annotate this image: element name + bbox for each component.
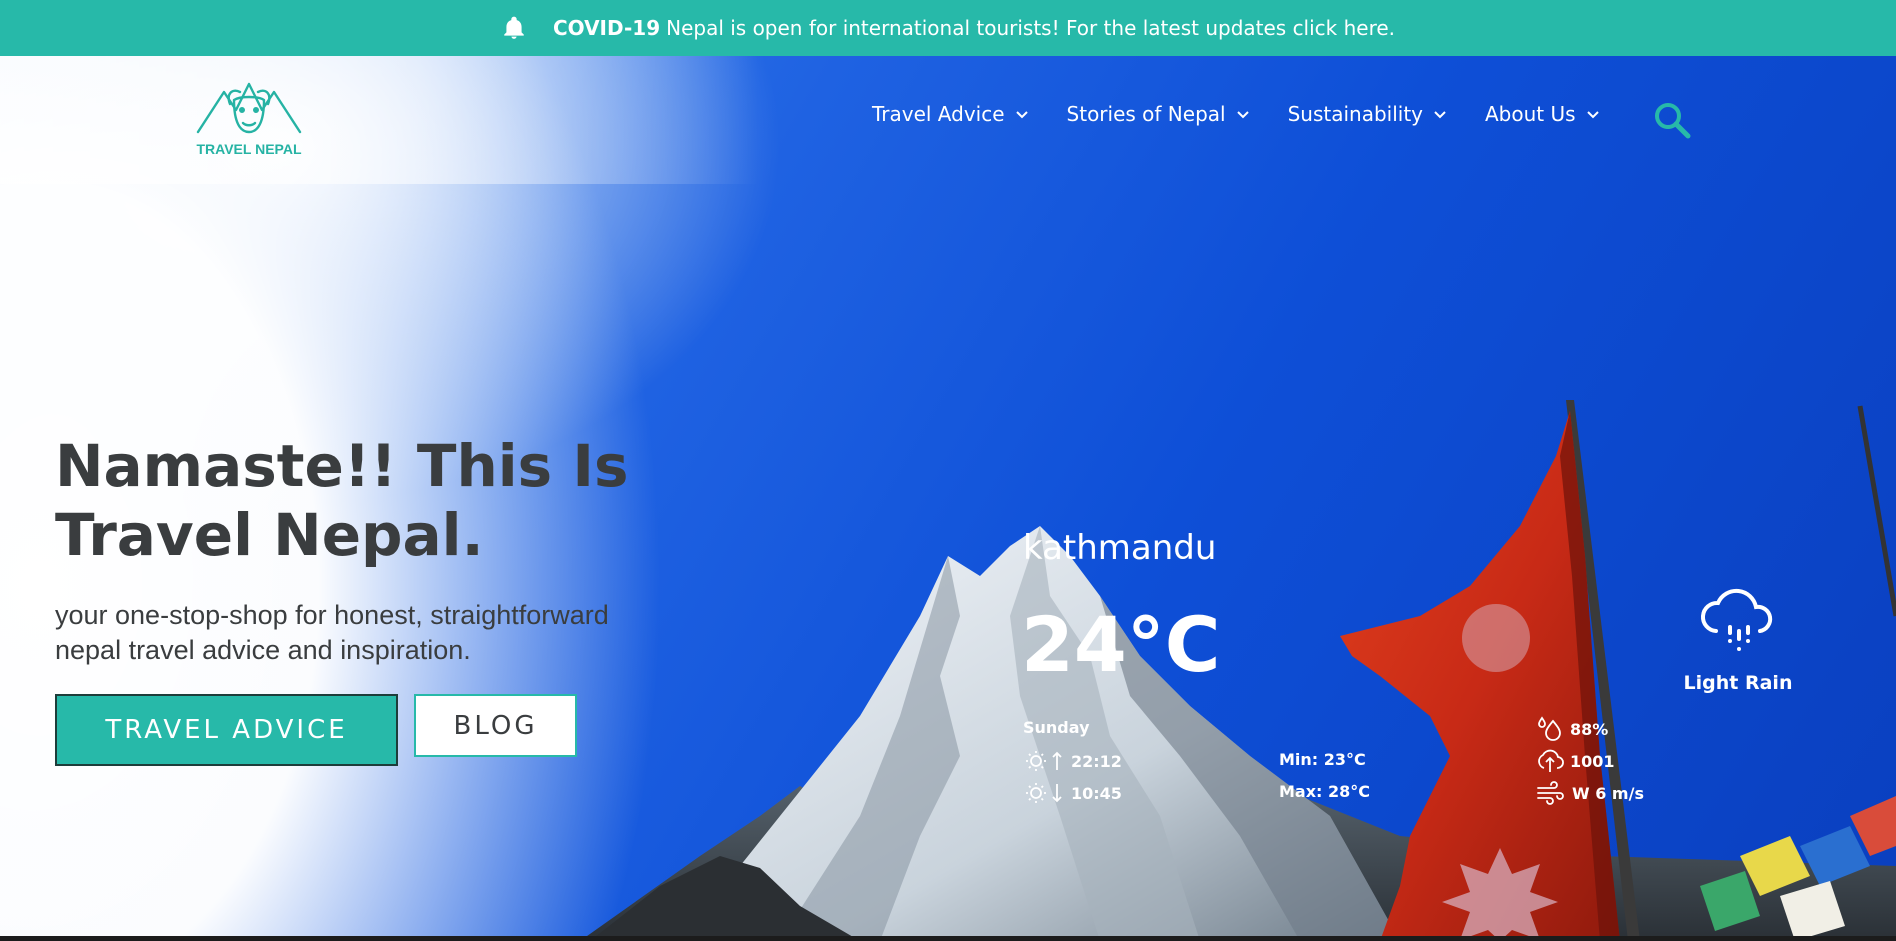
bottom-divider (0, 936, 1896, 941)
site-header: TRAVEL NEPAL Travel Advice Stories of Ne… (0, 56, 1896, 184)
nav-item-travel-advice[interactable]: Travel Advice (872, 102, 1029, 126)
logo-text: TRAVEL NEPAL (196, 141, 302, 157)
hero-subtitle-line-1: your one-stop-shop for honest, straightf… (55, 600, 609, 630)
bell-icon (501, 15, 527, 41)
yak-logo-icon (196, 82, 302, 134)
hero-subtitle-line-2: nepal travel advice and inspiration. (55, 635, 471, 665)
chevron-down-icon (1236, 109, 1250, 119)
nav-item-label: Travel Advice (872, 102, 1005, 126)
banner-link[interactable]: Nepal is open for international tourists… (666, 16, 1395, 40)
nav-item-sustainability[interactable]: Sustainability (1288, 102, 1447, 126)
chevron-down-icon (1586, 109, 1600, 119)
blog-button[interactable]: BLOG (414, 694, 577, 757)
nav-item-label: Stories of Nepal (1066, 102, 1226, 126)
search-icon[interactable] (1652, 100, 1692, 140)
hero-headline: Namaste!! This Is Travel Nepal. (55, 432, 695, 570)
hero-subtitle: your one-stop-shop for honest, straightf… (55, 598, 715, 668)
nav-item-stories-of-nepal[interactable]: Stories of Nepal (1067, 102, 1250, 126)
chevron-down-icon (1015, 109, 1029, 119)
nav-item-about-us[interactable]: About Us (1485, 102, 1600, 126)
banner-highlight: COVID-19 (552, 16, 661, 40)
hero-headline-line-2: Travel Nepal. (55, 501, 484, 569)
chevron-down-icon (1433, 109, 1447, 119)
nav-item-label: Sustainability (1287, 102, 1423, 126)
main-nav: Travel Advice Stories of Nepal Sustainab… (872, 102, 1638, 126)
site-logo[interactable]: TRAVEL NEPAL (196, 74, 302, 166)
travel-advice-button[interactable]: TRAVEL ADVICE (55, 694, 398, 766)
nav-item-label: About Us (1485, 102, 1576, 126)
hero-headline-line-1: Namaste!! This Is (55, 432, 629, 500)
covid-banner[interactable]: COVID-19 Nepal is open for international… (0, 0, 1896, 56)
